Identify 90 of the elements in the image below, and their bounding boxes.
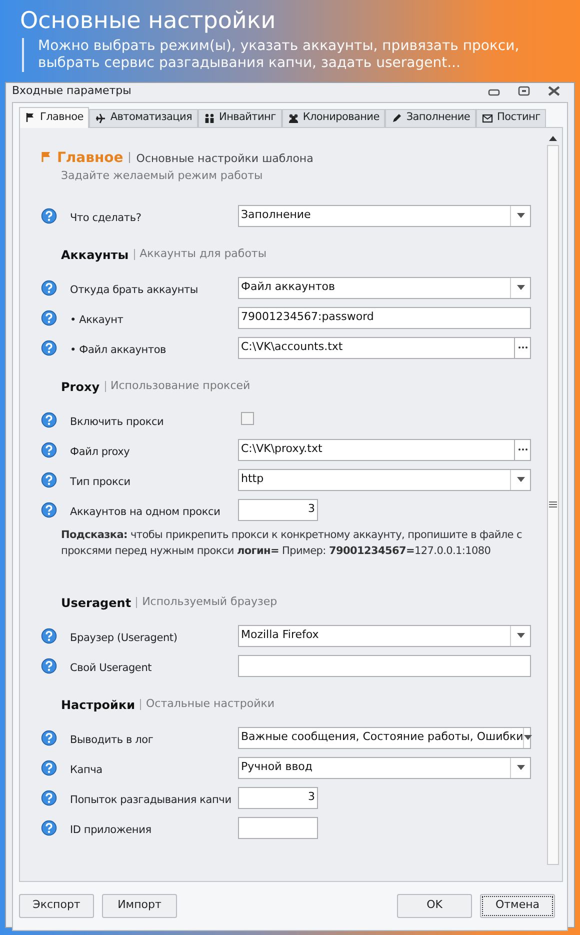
section-title: Аккаунты: [61, 246, 129, 264]
checkbox[interactable]: [241, 412, 254, 425]
window-title: Входные параметры: [12, 83, 132, 99]
number-field[interactable]: [238, 816, 318, 838]
field-label: Браузер (Useragent): [70, 632, 178, 644]
section-title: Useragent: [61, 594, 132, 612]
button[interactable]: Отмена: [480, 894, 555, 918]
input-field[interactable]: C:\VK\proxy.txt: [238, 438, 515, 460]
help-icon[interactable]: [41, 280, 57, 296]
field-label: Что сделать?: [70, 212, 142, 224]
help-icon[interactable]: [41, 310, 57, 326]
envelope-icon: [482, 112, 493, 124]
scroll-up-icon[interactable]: [548, 134, 558, 142]
maximize-icon[interactable]: [518, 86, 530, 96]
page-subtitle: Основные настройки шаблона: [136, 150, 314, 166]
caret-icon: [516, 213, 524, 218]
field-label: Файл proxy: [70, 446, 130, 458]
field-label: Попыток разгадывания капчи: [70, 794, 232, 806]
caret-icon: [516, 477, 524, 482]
minimize-icon[interactable]: [488, 89, 500, 98]
help-icon[interactable]: [41, 442, 57, 458]
caret-icon: [524, 735, 532, 740]
airplane-icon: [95, 112, 106, 124]
help-icon[interactable]: [41, 760, 57, 776]
close-icon[interactable]: [548, 86, 560, 96]
number-field[interactable]: 3: [238, 498, 318, 520]
tab[interactable]: Клонирование: [282, 108, 386, 126]
dropdown[interactable]: Файл аккаунтов: [238, 276, 531, 298]
field-label: Аккаунтов на одном прокси: [70, 506, 220, 518]
help-icon[interactable]: [41, 412, 57, 428]
banner-title: Основные настройки: [20, 7, 276, 36]
section-subtitle: Аккаунты для работы: [140, 246, 267, 262]
field-label: • Файл аккаунтов: [70, 344, 166, 356]
input-field[interactable]: C:\VK\accounts.txt: [238, 336, 515, 358]
flag-icon: [41, 150, 51, 162]
grip-icon: [549, 501, 557, 508]
dropdown[interactable]: Mozilla Firefox: [238, 624, 531, 646]
browse-button[interactable]: [515, 336, 531, 358]
tab[interactable]: Постинг: [476, 108, 546, 126]
section-title: Proxy: [61, 378, 100, 396]
field-label: Включить прокси: [70, 416, 164, 428]
tab[interactable]: Заполнение: [385, 108, 476, 126]
group-icon: [288, 112, 299, 124]
dropdown[interactable]: http: [238, 468, 531, 490]
field-label: Выводить в лог: [70, 734, 154, 746]
field-label: Тип прокси: [70, 476, 130, 488]
help-icon[interactable]: [41, 472, 57, 488]
help-icon[interactable]: [41, 208, 57, 224]
section-title: Настройки: [61, 696, 136, 714]
people-icon: [204, 112, 216, 124]
caret-icon: [516, 285, 524, 290]
ellipsis-icon: [518, 448, 528, 451]
field-label: Капча: [70, 764, 102, 776]
help-icon[interactable]: [41, 628, 57, 644]
page-title: Главное: [57, 148, 124, 168]
dropdown[interactable]: Ручной ввод: [238, 756, 531, 778]
section-subtitle: Используемый браузер: [142, 594, 278, 610]
field-label: • Аккаунт: [70, 314, 124, 326]
number-field[interactable]: 3: [238, 786, 318, 808]
section-subtitle: Использование проксей: [110, 378, 250, 394]
input-field[interactable]: [238, 654, 531, 676]
field-label: ID приложения: [70, 824, 152, 836]
help-icon[interactable]: [41, 730, 57, 746]
input-field[interactable]: 79001234567:password: [238, 306, 531, 328]
help-icon[interactable]: [41, 820, 57, 836]
help-icon[interactable]: [41, 340, 57, 356]
help-icon[interactable]: [41, 502, 57, 518]
tab[interactable]: Инвайтинг: [198, 108, 282, 126]
hint-text: Подсказка: чтобы прикрепить прокси к конкретному аккаунту, пропишите в файле с проксями перед нужным прокси логин= Пример: 79001234567=127.0.0.1:1080: [61, 528, 523, 558]
field-label: Откуда брать аккаунты: [70, 284, 198, 296]
caret-icon: [516, 633, 524, 638]
browse-button[interactable]: [515, 438, 531, 460]
pencil-icon: [391, 112, 402, 124]
tab[interactable]: Автоматизация: [89, 108, 198, 126]
ellipsis-icon: [518, 346, 528, 349]
button[interactable]: Экспорт: [19, 894, 94, 918]
section-subtitle: Остальные настройки: [146, 696, 275, 712]
flag-icon: [25, 112, 36, 123]
banner-subtitle: Можно выбрать режим(ы), указать аккаунты, привязать прокси,: [38, 38, 520, 55]
field-label: Свой Useragent: [70, 662, 152, 674]
page-description: Задайте желаемый режим работы: [60, 168, 263, 184]
banner-subtitle: выбрать сервис разгадывания капчи, задать useragent...: [38, 55, 460, 72]
dropdown[interactable]: Заполнение: [238, 204, 531, 226]
button[interactable]: OK: [397, 894, 472, 918]
button[interactable]: Импорт: [102, 894, 177, 918]
dropdown[interactable]: Важные сообщения, Состояние работы, Ошибки: [238, 726, 531, 748]
tab[interactable]: Главное: [19, 106, 90, 128]
help-icon[interactable]: [41, 658, 57, 674]
help-icon[interactable]: [41, 790, 57, 806]
caret-icon: [516, 765, 524, 770]
